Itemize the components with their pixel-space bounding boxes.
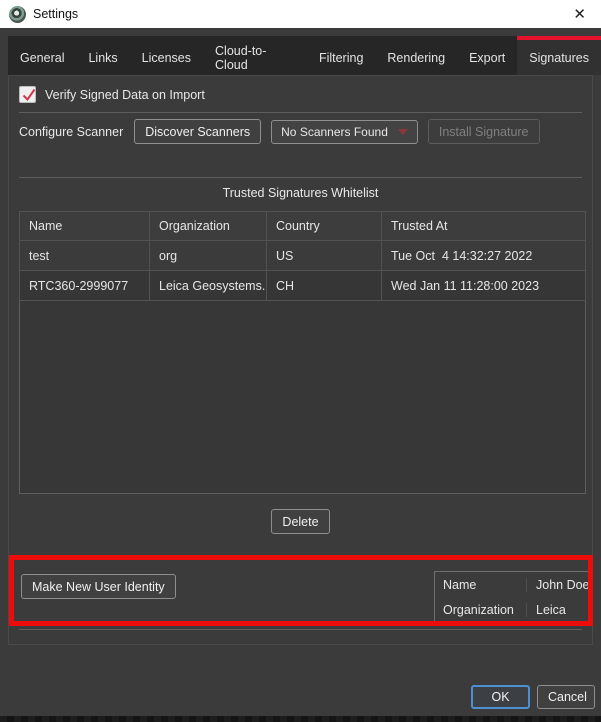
delete-button-row: Delete bbox=[9, 509, 592, 534]
identity-name-label: Name bbox=[435, 578, 527, 592]
divider bbox=[19, 177, 582, 178]
title-bar: Settings ✕ bbox=[0, 0, 601, 28]
identity-name-value: John Doe bbox=[527, 578, 590, 592]
make-new-user-identity-button[interactable]: Make New User Identity bbox=[21, 574, 176, 599]
col-header-organization[interactable]: Organization bbox=[150, 212, 267, 241]
divider bbox=[19, 629, 582, 630]
cell-country[interactable]: CH bbox=[267, 271, 382, 301]
chevron-down-icon bbox=[398, 129, 408, 135]
ok-button[interactable]: OK bbox=[471, 685, 530, 709]
cancel-button[interactable]: Cancel bbox=[537, 685, 595, 709]
tab-cloud-to-cloud[interactable]: Cloud-to-Cloud bbox=[203, 36, 307, 75]
tab-licenses[interactable]: Licenses bbox=[130, 36, 203, 75]
identity-row-organization: Organization Leica bbox=[435, 597, 591, 622]
trusted-signatures-table: Name Organization Country Trusted At tes… bbox=[19, 211, 586, 494]
tab-filtering[interactable]: Filtering bbox=[307, 36, 375, 75]
whitelist-title: Trusted Signatures Whitelist bbox=[9, 186, 592, 200]
tab-rendering[interactable]: Rendering bbox=[375, 36, 457, 75]
table-row[interactable]: test org US Tue Oct 4 14:32:27 2022 bbox=[20, 241, 586, 271]
cell-trusted-at[interactable]: Wed Jan 11 11:28:00 2023 bbox=[382, 271, 586, 301]
install-signature-button[interactable]: Install Signature bbox=[428, 119, 540, 144]
identity-organization-label: Organization bbox=[435, 603, 527, 617]
cell-name[interactable]: test bbox=[20, 241, 150, 271]
scanner-select-value: No Scanners Found bbox=[281, 125, 388, 139]
tab-export[interactable]: Export bbox=[457, 36, 517, 75]
window-title: Settings bbox=[33, 7, 78, 21]
identity-organization-value: Leica bbox=[527, 603, 566, 617]
settings-tabbar: General Links Licenses Cloud-to-Cloud Fi… bbox=[8, 36, 601, 75]
bottom-edge-strip bbox=[0, 716, 601, 722]
cell-name[interactable]: RTC360-2999077 bbox=[20, 271, 150, 301]
settings-dialog: Settings ✕ General Links Licenses Cloud-… bbox=[0, 0, 601, 722]
discover-scanners-button[interactable]: Discover Scanners bbox=[134, 119, 261, 144]
delete-button[interactable]: Delete bbox=[271, 509, 329, 534]
cell-organization[interactable]: Leica Geosystems... bbox=[150, 271, 267, 301]
col-header-trusted-at[interactable]: Trusted At bbox=[382, 212, 586, 241]
table-empty-area bbox=[20, 301, 586, 494]
verify-signed-data-checkbox[interactable] bbox=[19, 86, 36, 103]
red-check-icon bbox=[20, 86, 38, 104]
tab-general[interactable]: General bbox=[8, 36, 76, 75]
cell-country[interactable]: US bbox=[267, 241, 382, 271]
identity-row-name: Name John Doe bbox=[435, 572, 591, 597]
col-header-name[interactable]: Name bbox=[20, 212, 150, 241]
tab-links[interactable]: Links bbox=[76, 36, 129, 75]
col-header-country[interactable]: Country bbox=[267, 212, 382, 241]
cell-trusted-at[interactable]: Tue Oct 4 14:32:27 2022 bbox=[382, 241, 586, 271]
divider bbox=[19, 112, 582, 113]
verify-signed-data-label: Verify Signed Data on Import bbox=[45, 88, 205, 102]
user-identity-table: Name John Doe Organization Leica bbox=[434, 571, 592, 623]
table-row[interactable]: RTC360-2999077 Leica Geosystems... CH We… bbox=[20, 271, 586, 301]
app-logo-icon bbox=[9, 6, 26, 23]
configure-scanner-row: Configure Scanner Discover Scanners No S… bbox=[19, 119, 540, 144]
cell-organization[interactable]: org bbox=[150, 241, 267, 271]
verify-signed-data-row: Verify Signed Data on Import bbox=[19, 86, 205, 103]
configure-scanner-label: Configure Scanner bbox=[19, 125, 123, 139]
signatures-pane: Verify Signed Data on Import Configure S… bbox=[8, 75, 593, 645]
table-header-row: Name Organization Country Trusted At bbox=[20, 212, 586, 241]
scanner-select[interactable]: No Scanners Found bbox=[271, 120, 418, 144]
tab-signatures[interactable]: Signatures bbox=[517, 36, 601, 75]
close-icon[interactable]: ✕ bbox=[567, 5, 592, 24]
